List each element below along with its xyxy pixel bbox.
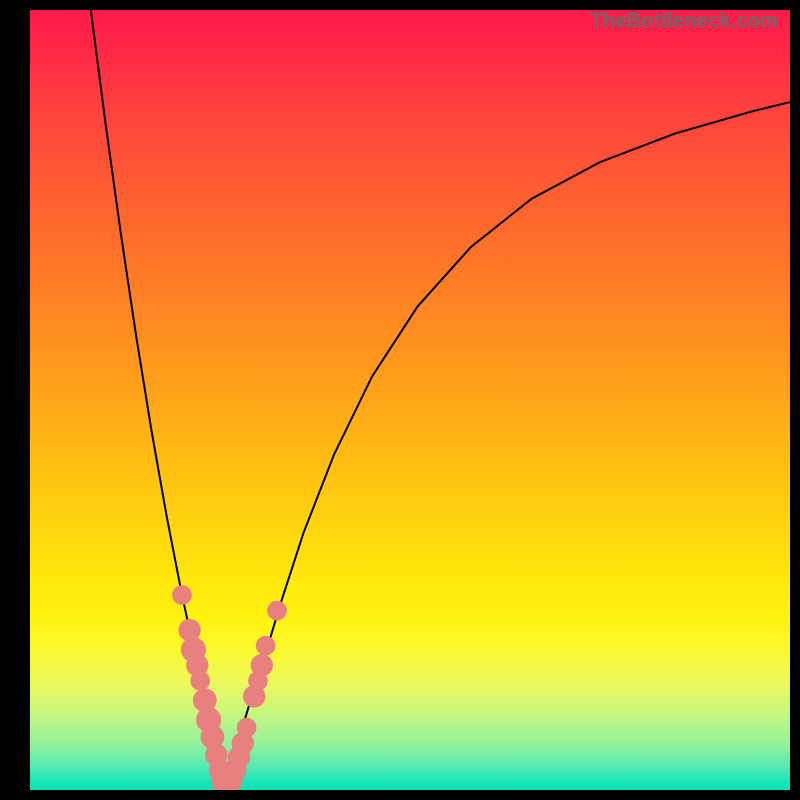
- scatter-overlay: [172, 585, 287, 790]
- plot-area: TheBottleneck.com: [30, 10, 790, 790]
- scatter-dot: [172, 585, 192, 605]
- scatter-dot: [190, 671, 210, 691]
- chart-svg: [30, 10, 790, 790]
- scatter-dot: [237, 718, 257, 738]
- scatter-dot: [251, 654, 273, 676]
- outer-frame: TheBottleneck.com: [0, 0, 800, 800]
- curve-right-branch: [224, 102, 790, 788]
- scatter-dot: [256, 636, 276, 656]
- scatter-dot: [267, 601, 287, 621]
